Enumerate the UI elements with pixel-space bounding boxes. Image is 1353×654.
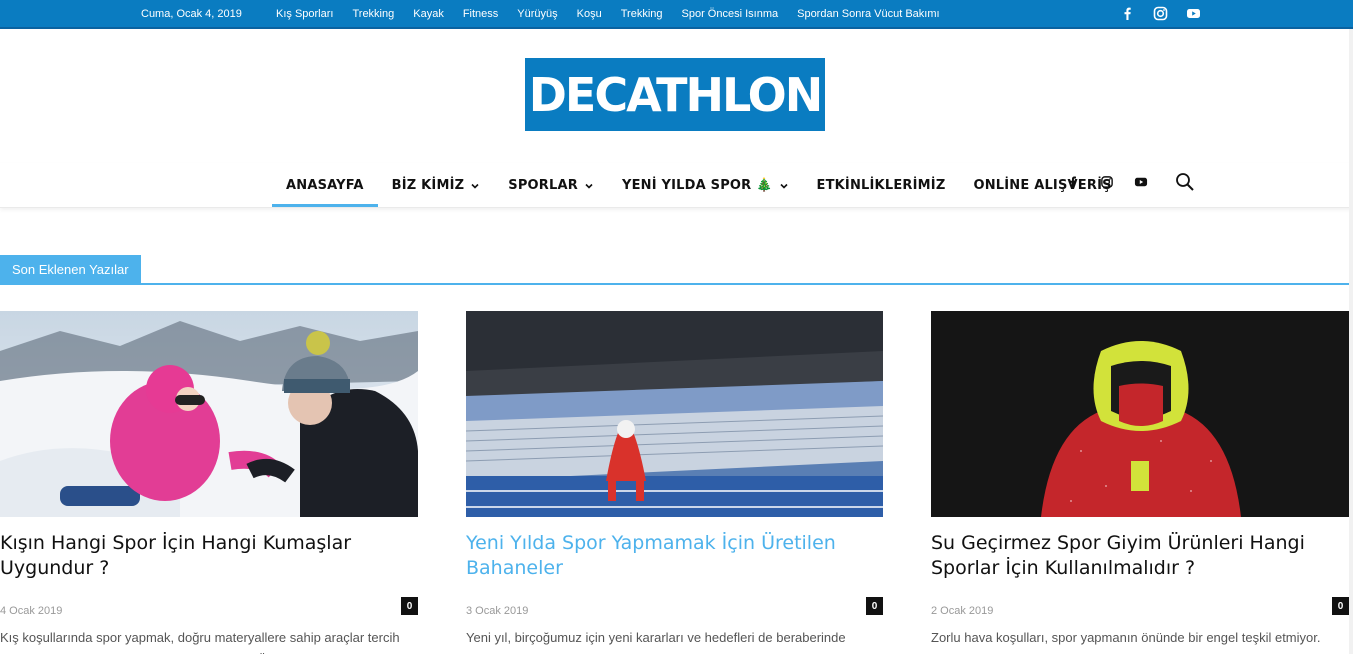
comment-count[interactable]: 0 <box>1332 597 1349 615</box>
post-thumbnail[interactable] <box>466 311 883 517</box>
top-link-kis-sporlari[interactable]: Kış Sporları <box>276 8 333 20</box>
top-link-spordan-sonra-vucut-bakimi[interactable]: Spordan Sonra Vücut Bakımı <box>797 8 939 20</box>
nav-item-label: YENİ YILDA SPOR 🎄 <box>621 177 773 193</box>
top-links: Kış Sporları Trekking Kayak Fitness Yürü… <box>276 8 959 20</box>
post-title[interactable]: Yeni Yılda Spor Yapmamak İçin Üretilen B… <box>466 531 883 581</box>
top-bar: Cuma, Ocak 4, 2019 Kış Sporları Trekking… <box>0 0 1353 29</box>
post-excerpt: Yeni yıl, birçoğumuz için yeni kararları… <box>466 630 862 654</box>
top-link-fitness[interactable]: Fitness <box>463 8 498 20</box>
post-excerpt: Zorlu hava koşulları, spor yapmanın önün… <box>931 630 1321 654</box>
youtube-icon[interactable] <box>1186 6 1201 21</box>
nav-item-label: SPORLAR <box>508 177 578 193</box>
section-header: Son Eklenen Yazılar <box>0 255 1353 285</box>
post-meta: 2 Ocak 2019 0 <box>931 597 1349 617</box>
nav-menu: ANASAYFA BİZ KİMİZ SPORLAR YENİ YILDA SP… <box>272 163 1126 207</box>
comment-count[interactable]: 0 <box>401 597 418 615</box>
comment-count[interactable]: 0 <box>866 597 883 615</box>
search-icon[interactable] <box>1175 172 1195 192</box>
scrollbar[interactable] <box>1349 29 1353 654</box>
top-link-yuruyus[interactable]: Yürüyüş <box>517 8 557 20</box>
post-excerpt: Kış koşullarında spor yapmak, doğru mate… <box>0 630 400 654</box>
post-thumbnail[interactable] <box>0 311 418 517</box>
post-date: 4 Ocak 2019 <box>0 605 63 617</box>
top-link-kayak[interactable]: Kayak <box>413 8 444 20</box>
facebook-icon[interactable] <box>1066 175 1080 189</box>
nav-item-label: ANASAYFA <box>286 177 364 193</box>
top-link-kosu[interactable]: Koşu <box>577 8 602 20</box>
post-title[interactable]: Kışın Hangi Spor İçin Hangi Kumaşlar Uyg… <box>0 531 418 581</box>
top-link-spor-oncesi-isinma[interactable]: Spor Öncesi Isınma <box>682 8 779 20</box>
nav-item-biz-kimiz[interactable]: BİZ KİMİZ <box>378 163 495 207</box>
post-meta: 3 Ocak 2019 0 <box>466 597 883 617</box>
nav-item-label: ETKİNLİKLERİMİZ <box>816 177 946 193</box>
nav-item-label: BİZ KİMİZ <box>391 177 465 193</box>
post-card: Su Geçirmez Spor Giyim Ürünleri Hangi Sp… <box>931 311 1349 654</box>
nav-item-sporlar[interactable]: SPORLAR <box>494 163 608 207</box>
chevron-down-icon <box>470 180 480 190</box>
post-title[interactable]: Su Geçirmez Spor Giyim Ürünleri Hangi Sp… <box>931 531 1349 581</box>
post-date: 3 Ocak 2019 <box>466 605 529 617</box>
site-logo[interactable]: DECATHLON <box>525 58 825 131</box>
post-thumbnail[interactable] <box>931 311 1349 517</box>
post-card: Yeni Yılda Spor Yapmamak İçin Üretilen B… <box>466 311 883 654</box>
post-date: 2 Ocak 2019 <box>931 605 994 617</box>
top-link-trekking-2[interactable]: Trekking <box>621 8 663 20</box>
chevron-down-icon <box>584 180 594 190</box>
post-meta: 4 Ocak 2019 0 <box>0 597 418 617</box>
current-date: Cuma, Ocak 4, 2019 <box>141 8 242 20</box>
instagram-icon[interactable] <box>1153 6 1168 21</box>
instagram-icon[interactable] <box>1100 175 1114 189</box>
logo-text: DECATHLON <box>528 67 824 122</box>
nav-social <box>1066 175 1148 189</box>
youtube-icon[interactable] <box>1134 175 1148 189</box>
nav-item-etkinliklerimiz[interactable]: ETKİNLİKLERİMİZ <box>803 163 960 207</box>
chevron-down-icon <box>779 180 789 190</box>
facebook-icon[interactable] <box>1120 6 1135 21</box>
main-nav: ANASAYFA BİZ KİMİZ SPORLAR YENİ YILDA SP… <box>0 163 1353 208</box>
nav-item-yeni-yilda-spor[interactable]: YENİ YILDA SPOR 🎄 <box>608 163 803 207</box>
top-social <box>1120 6 1201 21</box>
nav-item-anasayfa[interactable]: ANASAYFA <box>272 163 378 207</box>
post-card: Kışın Hangi Spor İçin Hangi Kumaşlar Uyg… <box>0 311 418 654</box>
top-link-trekking[interactable]: Trekking <box>352 8 394 20</box>
section-title: Son Eklenen Yazılar <box>0 255 141 283</box>
